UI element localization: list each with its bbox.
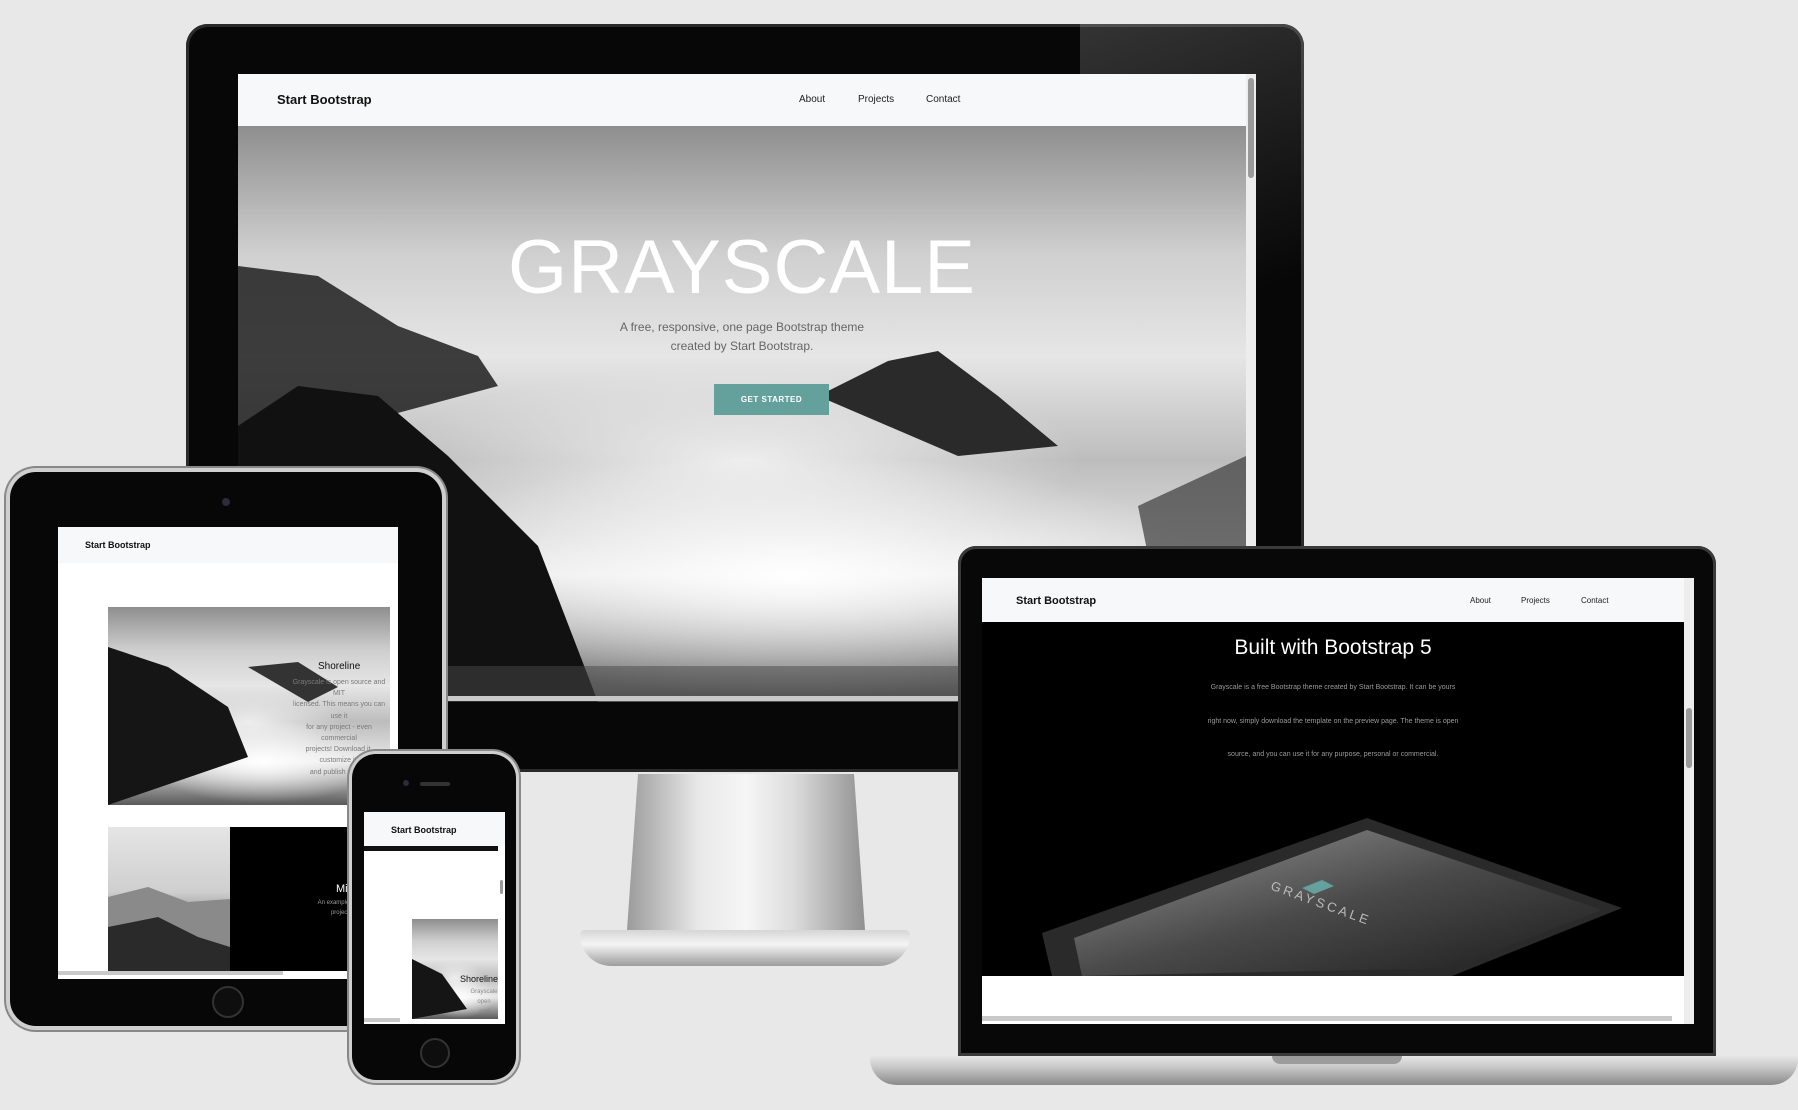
laptop-nav-about[interactable]: About xyxy=(1470,596,1491,605)
laptop-heading: Built with Bootstrap 5 xyxy=(1234,636,1432,659)
phone-camera xyxy=(403,780,409,786)
tablet-home-button[interactable] xyxy=(212,986,244,1018)
phone-card-line: Grayscale xyxy=(470,989,498,995)
tablet-card1-line: licensed. This means you can xyxy=(292,701,386,709)
phone-card-title: Shoreline xyxy=(460,974,499,984)
laptop-scrollbar[interactable] xyxy=(1684,578,1694,1024)
tablet-camera xyxy=(222,498,230,506)
laptop-paragraph-3: source, and you can use it for any purpo… xyxy=(1227,751,1439,758)
tablet-card1-line: commercial xyxy=(321,735,357,743)
phone-navbar: Start Bootstrap xyxy=(364,812,505,846)
tablet-hscrollbar[interactable] xyxy=(58,971,283,975)
laptop-hscrollbar[interactable] xyxy=(982,1016,1672,1021)
desktop-nav-projects[interactable]: Projects xyxy=(858,94,894,105)
desktop-brand[interactable]: Start Bootstrap xyxy=(277,92,372,107)
phone-hscrollbar[interactable] xyxy=(364,1018,400,1022)
tablet-card1-title: Shoreline xyxy=(318,661,361,672)
tablet-card1-line: for any project - even xyxy=(306,723,372,731)
phone-card-text: Grayscale open and xyxy=(464,987,504,1017)
tablet-navbar: Start Bootstrap xyxy=(58,527,398,563)
tablet-card1-line: use it xyxy=(330,712,348,720)
laptop-notch xyxy=(1272,1056,1402,1064)
desktop-nav-contact[interactable]: Contact xyxy=(926,94,960,105)
tablet-card2-mountains xyxy=(108,887,230,971)
phone-card-line: open xyxy=(477,999,491,1005)
tablet-card1-line: MIT xyxy=(332,690,346,698)
tablet-brand[interactable]: Start Bootstrap xyxy=(85,540,151,550)
laptop-scrollbar-thumb[interactable] xyxy=(1686,708,1692,768)
desktop-hero-title: GRAYSCALE xyxy=(508,225,976,310)
laptop-nav-projects[interactable]: Projects xyxy=(1521,596,1550,605)
desktop-nav-about[interactable]: About xyxy=(799,94,825,105)
phone-navbar-border xyxy=(364,846,498,851)
laptop-screen: Start Bootstrap About Projects Contact B… xyxy=(982,578,1694,1024)
phone-home-button[interactable] xyxy=(420,1038,450,1068)
laptop-paragraph-1: Grayscale is a free Bootstrap theme crea… xyxy=(1210,684,1456,691)
phone-speaker xyxy=(420,782,450,786)
laptop-paragraph-2: right now, simply download the template … xyxy=(1207,718,1459,725)
laptop-device-image xyxy=(1042,818,1622,976)
desktop-navbar: Start Bootstrap About Projects Contact xyxy=(238,74,1256,126)
tablet-screen: Start Bootstrap Shoreline Grayscale is o… xyxy=(58,527,398,979)
laptop-brand[interactable]: Start Bootstrap xyxy=(1016,595,1096,607)
desktop-hero-subtitle-2: created by Start Bootstrap. xyxy=(670,339,814,353)
phone-brand[interactable]: Start Bootstrap xyxy=(391,825,457,835)
tablet-card1-line: Grayscale is open source and xyxy=(292,679,386,686)
laptop-navbar: Start Bootstrap About Projects Contact xyxy=(982,578,1694,622)
monitor-stand-neck xyxy=(626,774,866,944)
laptop-nav-contact[interactable]: Contact xyxy=(1581,596,1609,605)
desktop-scrollbar-thumb[interactable] xyxy=(1248,78,1254,178)
phone-screen: Start Bootstrap Shoreline Grayscale open… xyxy=(364,812,505,1024)
phone-scrollbar-thumb[interactable] xyxy=(500,880,503,894)
phone-card-line: and xyxy=(478,1009,489,1015)
desktop-hero-subtitle-1: A free, responsive, one page Bootstrap t… xyxy=(619,320,865,334)
desktop-get-started-button[interactable]: GET STARTED xyxy=(714,384,829,415)
monitor-stand-base xyxy=(580,930,910,966)
tablet-card2-title: Mis xyxy=(336,883,354,895)
